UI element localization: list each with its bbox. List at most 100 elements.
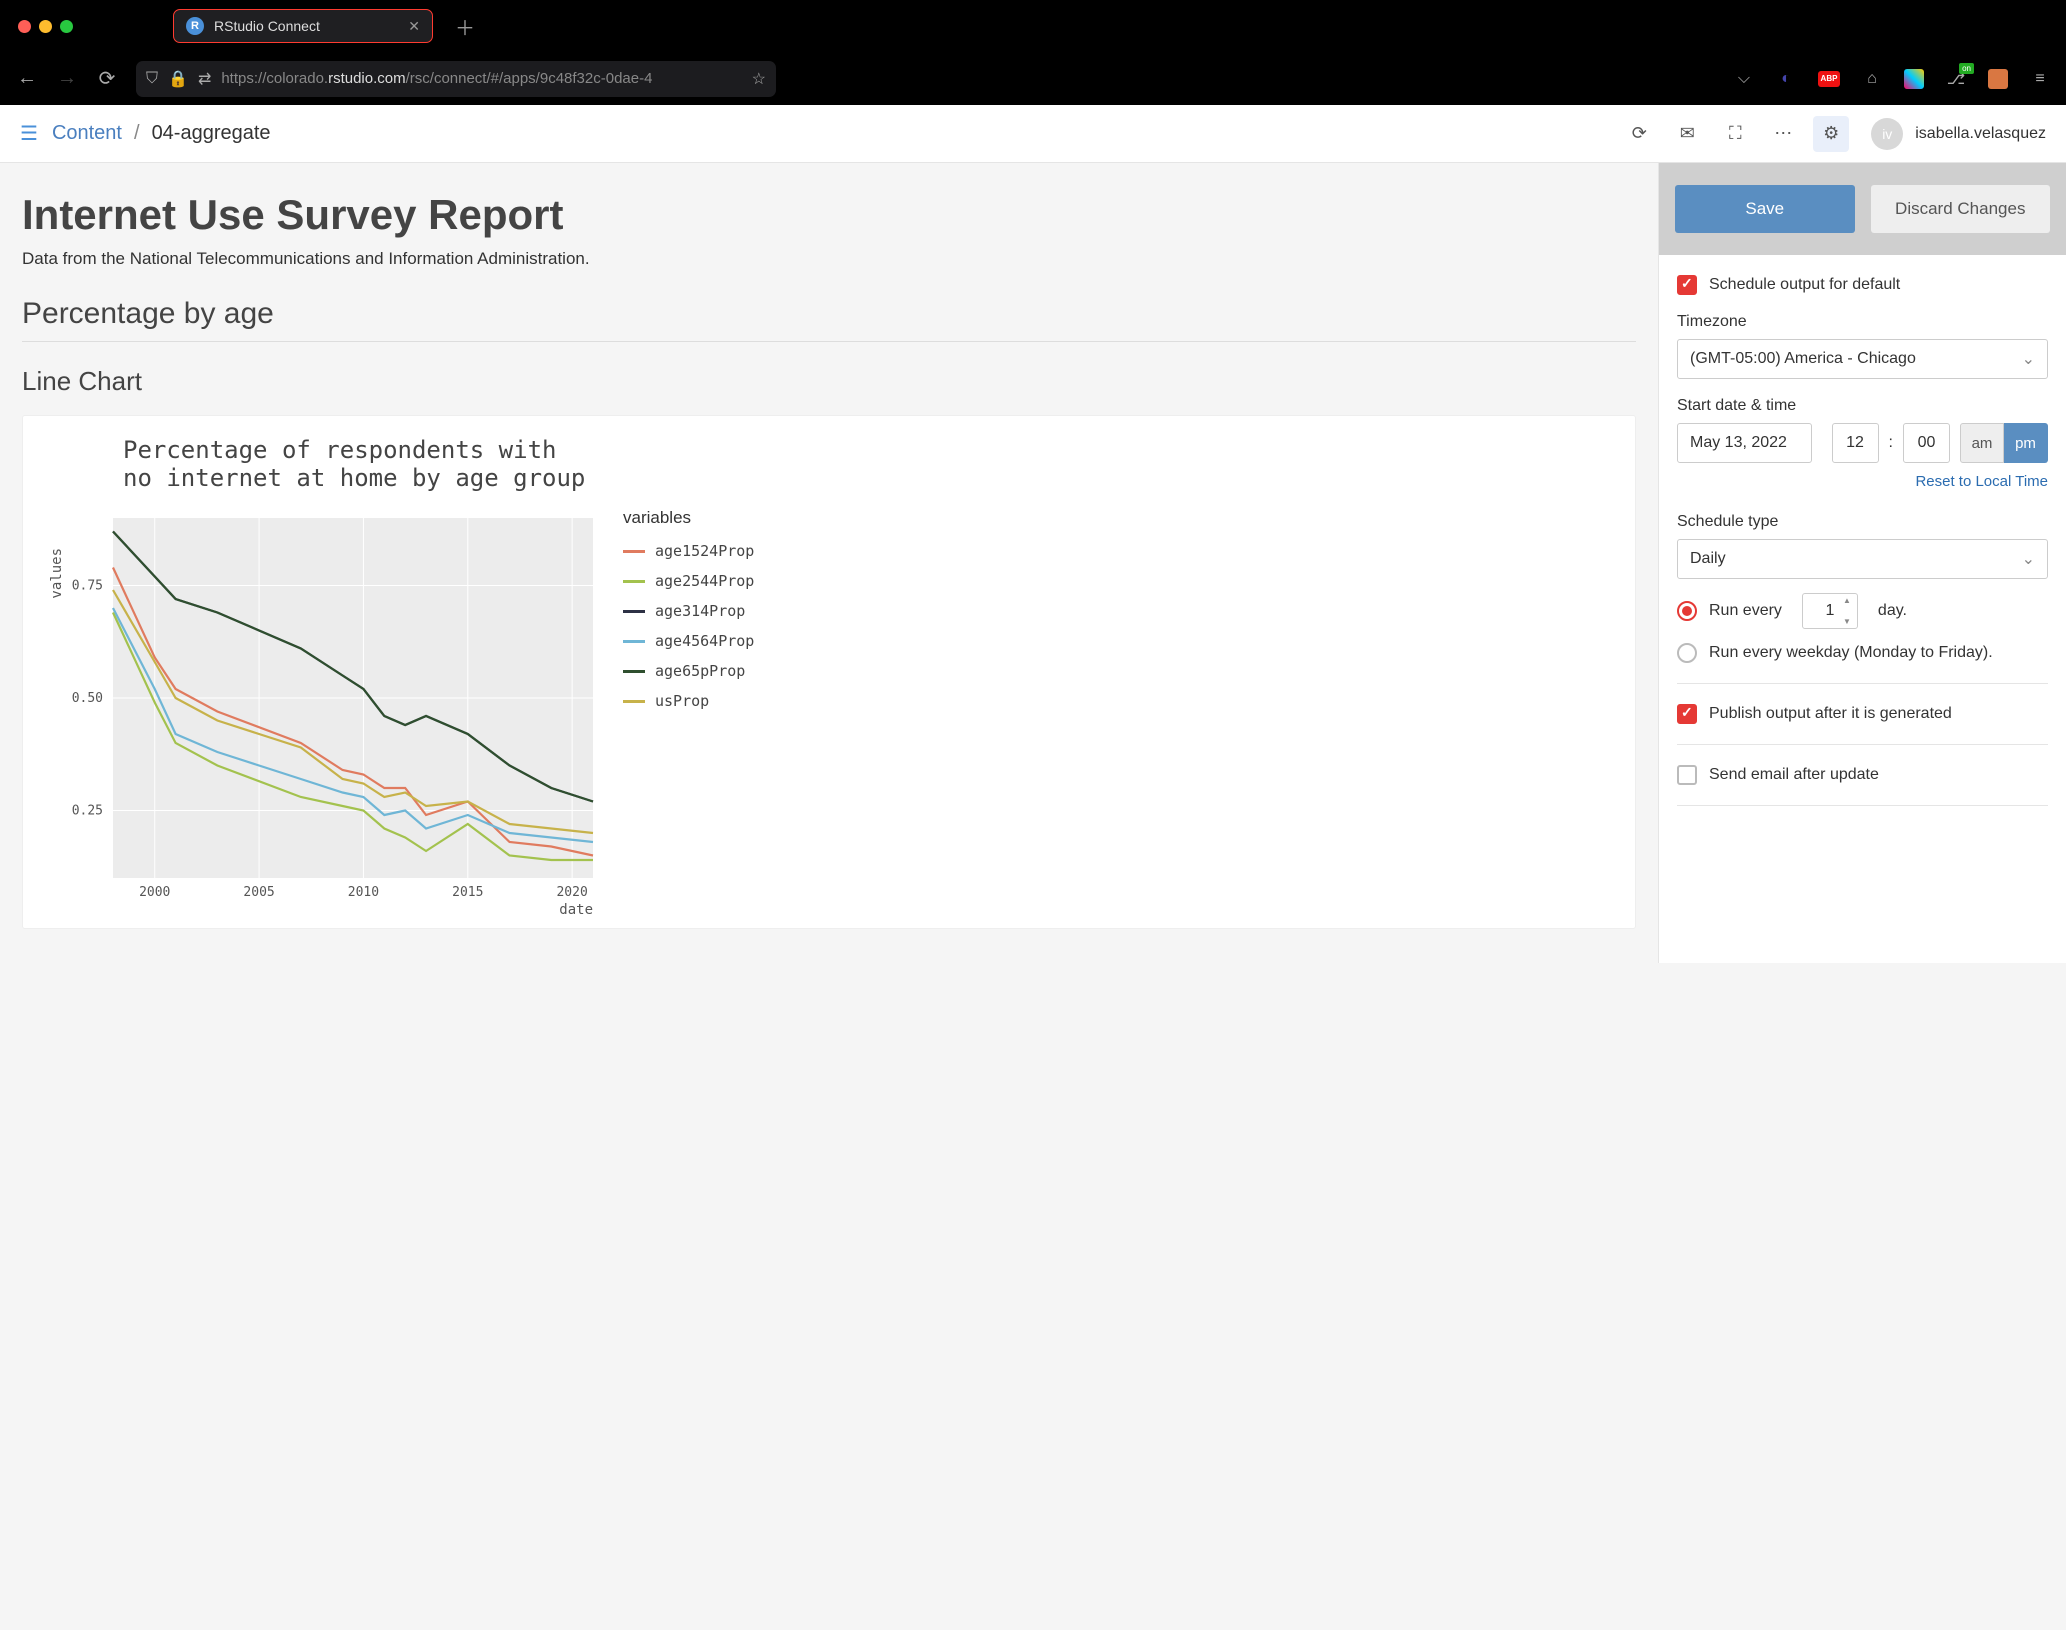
browser-tab[interactable]: R RStudio Connect ✕ [173,9,433,43]
date-input[interactable]: May 13, 2022 [1677,423,1812,463]
panel-body: Schedule output for default Timezone (GM… [1659,255,2066,846]
time-colon: : [1889,434,1893,452]
am-button[interactable]: am [1960,423,2004,463]
maximize-window-button[interactable] [60,20,73,33]
tab-strip: R RStudio Connect ✕ ＋ [0,0,2066,52]
chart-card: Percentage of respondents with no intern… [22,415,1636,929]
bookmark-star-icon[interactable]: ☆ [752,69,766,89]
page-subtitle: Data from the National Telecommunication… [22,249,1636,269]
extension-icon[interactable]: ◐ [1776,69,1796,89]
svg-text:values: values [49,548,65,599]
pocket-icon[interactable]: ⌵ [1734,69,1754,89]
svg-text:0.75: 0.75 [72,579,103,594]
forward-button[interactable]: → [56,67,78,90]
publish-label: Publish output after it is generated [1709,705,1952,723]
schedule-type-value: Daily [1690,550,1726,568]
svg-text:2015: 2015 [452,885,483,900]
timezone-select[interactable]: (GMT-05:00) America - Chicago ⌄ [1677,339,2048,379]
breadcrumb-separator: / [134,122,140,145]
schedule-type-select[interactable]: Daily ⌄ [1677,539,2048,579]
svg-text:0.25: 0.25 [72,804,103,819]
publish-checkbox[interactable] [1677,704,1697,724]
send-email-label: Send email after update [1709,766,1879,784]
svg-text:2005: 2005 [243,885,274,900]
svg-text:date: date [559,902,593,918]
breadcrumb-current: 04-aggregate [152,122,271,145]
extension-color-icon[interactable] [1904,69,1924,89]
pm-button[interactable]: pm [2004,423,2048,463]
schedule-output-checkbox[interactable] [1677,275,1697,295]
settings-panel: Save Discard Changes Schedule output for… [1658,163,2066,963]
send-email-checkbox[interactable] [1677,765,1697,785]
section-heading-linechart: Line Chart [22,366,1636,397]
run-weekday-radio[interactable] [1677,643,1697,663]
hour-input[interactable]: 12 [1832,423,1879,463]
timezone-value: (GMT-05:00) America - Chicago [1690,350,1916,368]
legend-item: age1524Prop [623,542,754,560]
page-title: Internet Use Survey Report [22,191,1636,239]
schedule-output-row: Schedule output for default [1677,275,2048,295]
new-tab-button[interactable]: ＋ [443,12,487,41]
settings-button[interactable]: ⚙ [1813,116,1849,152]
app-header: ☰ Content / 04-aggregate ⟳ ✉ ⛶ ⋯ ⚙ iv is… [0,105,2066,163]
run-every-post: day. [1878,602,1907,620]
chart-title: Percentage of respondents with no intern… [123,436,1615,492]
separator [1677,805,2048,806]
window-controls [18,20,73,33]
library-icon[interactable]: ⎇ [1946,69,1966,89]
reset-time-link[interactable]: Reset to Local Time [1915,473,2048,490]
header-right: ⟳ ✉ ⛶ ⋯ ⚙ iv isabella.velasquez [1621,116,2046,152]
publish-row: Publish output after it is generated [1677,704,2048,724]
extension-icons: ⌵ ◐ ABP ⌂ ⎇ ≡ [1734,69,2050,89]
permissions-icon: ⇄ [198,69,211,89]
legend-item: age4564Prop [623,632,754,650]
breadcrumb-content-link[interactable]: Content [52,122,122,145]
run-weekday-row: Run every weekday (Monday to Friday). [1677,643,2048,663]
run-every-n-input[interactable]: 1 ▲▼ [1802,593,1858,629]
back-button[interactable]: ← [16,67,38,90]
legend-item: age2544Prop [623,572,754,590]
abp-icon[interactable]: ABP [1818,71,1840,87]
chevron-down-icon: ⌄ [2022,549,2035,569]
fullscreen-button[interactable]: ⛶ [1717,116,1753,152]
hamburger-menu-button[interactable]: ☰ [20,121,38,146]
more-button[interactable]: ⋯ [1765,116,1801,152]
ampm-toggle: am pm [1960,423,2048,463]
svg-text:2010: 2010 [348,885,379,900]
spinner-icon[interactable]: ▲▼ [1839,596,1855,626]
tab-title: RStudio Connect [214,18,320,34]
app-menu-button[interactable]: ≡ [2030,69,2050,89]
browser-chrome: R RStudio Connect ✕ ＋ ← → ⟳ ⛉ 🔒 ⇄ https:… [0,0,2066,105]
close-tab-button[interactable]: ✕ [408,18,420,35]
url-text: https://colorado.rstudio.com/rsc/connect… [221,70,652,87]
avatar[interactable]: iv [1871,118,1903,150]
run-every-pre: Run every [1709,602,1782,620]
mail-button[interactable]: ✉ [1669,116,1705,152]
breadcrumb: Content / 04-aggregate [52,122,271,145]
line-chart: 200020052010201520200.250.500.75datevalu… [43,508,603,918]
save-button[interactable]: Save [1675,185,1855,233]
close-window-button[interactable] [18,20,31,33]
send-email-row: Send email after update [1677,765,2048,785]
datetime-row: May 13, 2022 12 : 00 am pm [1677,423,2048,463]
home-icon[interactable]: ⌂ [1862,69,1882,89]
main-layout: Internet Use Survey Report Data from the… [0,163,2066,963]
separator [1677,744,2048,745]
start-datetime-label: Start date & time [1677,397,2048,415]
section-heading-percentage: Percentage by age [22,297,1636,342]
reload-button[interactable]: ⟳ [96,66,118,91]
address-bar-row: ← → ⟳ ⛉ 🔒 ⇄ https://colorado.rstudio.com… [0,52,2066,105]
legend-item: age65pProp [623,662,754,680]
discard-button[interactable]: Discard Changes [1871,185,2051,233]
extension-cart-icon[interactable] [1988,69,2008,89]
lock-icon: 🔒 [168,69,188,89]
minute-input[interactable]: 00 [1903,423,1950,463]
address-bar[interactable]: ⛉ 🔒 ⇄ https://colorado.rstudio.com/rsc/c… [136,61,776,97]
username-label: isabella.velasquez [1915,125,2046,143]
refresh-button[interactable]: ⟳ [1621,116,1657,152]
svg-text:0.50: 0.50 [72,691,103,706]
run-every-radio[interactable] [1677,601,1697,621]
svg-text:2000: 2000 [139,885,170,900]
schedule-type-label: Schedule type [1677,513,2048,531]
minimize-window-button[interactable] [39,20,52,33]
